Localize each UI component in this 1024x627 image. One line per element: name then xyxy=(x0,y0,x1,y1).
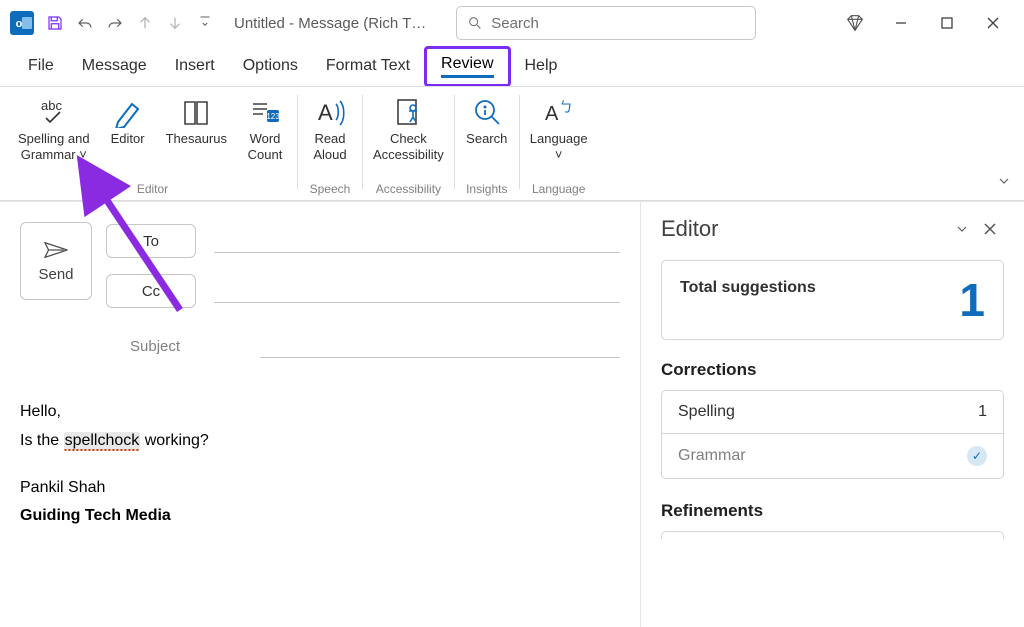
outlook-app-icon: o xyxy=(10,11,34,35)
menu-tab-message[interactable]: Message xyxy=(68,51,161,81)
ribbon-group-insights: Search Insights xyxy=(457,91,517,200)
ribbon-btn-word[interactable]: 123WordCount xyxy=(235,91,295,162)
corrections-list: Spelling 1 Grammar ✓ xyxy=(661,390,1004,479)
signature-line: Guiding Tech Media xyxy=(20,502,620,531)
menu-tab-help[interactable]: Help xyxy=(511,51,572,81)
up-arrow-icon[interactable] xyxy=(130,8,160,38)
refinements-heading: Refinements xyxy=(661,501,1004,521)
ribbon-group-label: Language xyxy=(532,182,585,196)
grammar-row[interactable]: Grammar ✓ xyxy=(662,433,1003,478)
svg-text:A: A xyxy=(318,100,333,125)
svg-text:ㄅ: ㄅ xyxy=(559,99,573,115)
menu-tab-insert[interactable]: Insert xyxy=(161,51,229,81)
send-label: Send xyxy=(38,266,73,283)
spelling-count: 1 xyxy=(978,403,987,421)
ribbon-btn-search[interactable]: Search xyxy=(457,91,517,147)
to-button[interactable]: To xyxy=(106,224,196,258)
signature-line: Pankil Shah xyxy=(20,474,620,503)
menu-tab-file[interactable]: File xyxy=(14,51,68,81)
ribbon-btn-language[interactable]: AㄅLanguage˅ xyxy=(522,91,596,162)
subject-label: Subject xyxy=(130,338,200,355)
maximize-button[interactable] xyxy=(924,3,970,43)
to-field[interactable] xyxy=(214,229,620,253)
premium-icon[interactable] xyxy=(832,3,878,43)
ribbon-btn-spelling-and[interactable]: abcSpelling andGrammar ˅ xyxy=(10,91,98,162)
ribbon-btn-editor[interactable]: Editor xyxy=(98,91,158,162)
pen-icon xyxy=(112,95,144,129)
corrections-heading: Corrections xyxy=(661,360,1004,380)
ribbon-group-editor: abcSpelling andGrammar ˅EditorThesaurus1… xyxy=(10,91,295,200)
book-icon xyxy=(180,95,212,129)
qat-dropdown-icon[interactable] xyxy=(190,8,220,38)
body-line: Is the spellchock working? xyxy=(20,427,620,456)
ribbon-group-language: AㄅLanguage˅ Language xyxy=(522,91,596,200)
body-line: Hello, xyxy=(20,398,620,427)
ribbon-btn-check[interactable]: CheckAccessibility xyxy=(365,91,452,162)
down-arrow-icon[interactable] xyxy=(160,8,190,38)
send-button[interactable]: Send xyxy=(20,222,92,300)
svg-text:abc: abc xyxy=(41,98,62,113)
save-icon[interactable] xyxy=(40,8,70,38)
total-suggestions-count: 1 xyxy=(959,277,985,323)
check-icon: ✓ xyxy=(967,446,987,466)
ribbon-group-speech: AReadAloud Speech xyxy=(300,91,360,200)
menu-tab-options[interactable]: Options xyxy=(229,51,312,81)
accessibility-icon xyxy=(392,95,424,129)
svg-text:123: 123 xyxy=(266,112,280,121)
svg-text:A: A xyxy=(545,103,559,125)
ribbon-group-label: Accessibility xyxy=(376,182,441,196)
abc-check-icon: abc xyxy=(38,95,70,129)
language-icon: Aㄅ xyxy=(543,95,575,129)
count-icon: 123 xyxy=(249,95,281,129)
ribbon-btn-read[interactable]: AReadAloud xyxy=(300,91,360,162)
message-body[interactable]: Hello, Is the spellchock working? Pankil… xyxy=(20,398,620,531)
menu-tab-review[interactable]: Review xyxy=(424,46,510,87)
refinements-list xyxy=(661,531,1004,539)
ribbon-group-label: Insights xyxy=(466,182,507,196)
ribbon-group-label: Editor xyxy=(137,182,168,196)
total-suggestions-label: Total suggestions xyxy=(680,277,959,297)
total-suggestions-card[interactable]: Total suggestions 1 xyxy=(661,260,1004,340)
svg-text:o: o xyxy=(16,18,23,30)
ribbon-group-accessibility: CheckAccessibility Accessibility xyxy=(365,91,452,200)
search-placeholder: Search xyxy=(491,15,539,32)
editor-pane-close-icon[interactable] xyxy=(976,222,1004,236)
misspelled-word[interactable]: spellchock xyxy=(64,432,141,451)
minimize-button[interactable] xyxy=(878,3,924,43)
subject-field[interactable] xyxy=(260,334,620,358)
window-title: Untitled - Message (Rich T… xyxy=(234,15,426,32)
redo-icon[interactable] xyxy=(100,8,130,38)
search-icon xyxy=(467,15,483,31)
search-box[interactable]: Search xyxy=(456,6,756,40)
menu-tab-format-text[interactable]: Format Text xyxy=(312,51,424,81)
insight-search-icon xyxy=(471,95,503,129)
cc-button[interactable]: Cc xyxy=(106,274,196,308)
editor-pane-collapse-icon[interactable] xyxy=(948,221,976,237)
ribbon-btn-thesaurus[interactable]: Thesaurus xyxy=(158,91,235,162)
spelling-row[interactable]: Spelling 1 xyxy=(662,391,1003,433)
ribbon-group-label: Speech xyxy=(310,182,351,196)
read-aloud-icon: A xyxy=(314,95,346,129)
close-button[interactable] xyxy=(970,3,1016,43)
ribbon-collapse-icon[interactable] xyxy=(996,173,1012,194)
cc-field[interactable] xyxy=(214,279,620,303)
undo-icon[interactable] xyxy=(70,8,100,38)
editor-pane-title: Editor xyxy=(661,216,948,242)
